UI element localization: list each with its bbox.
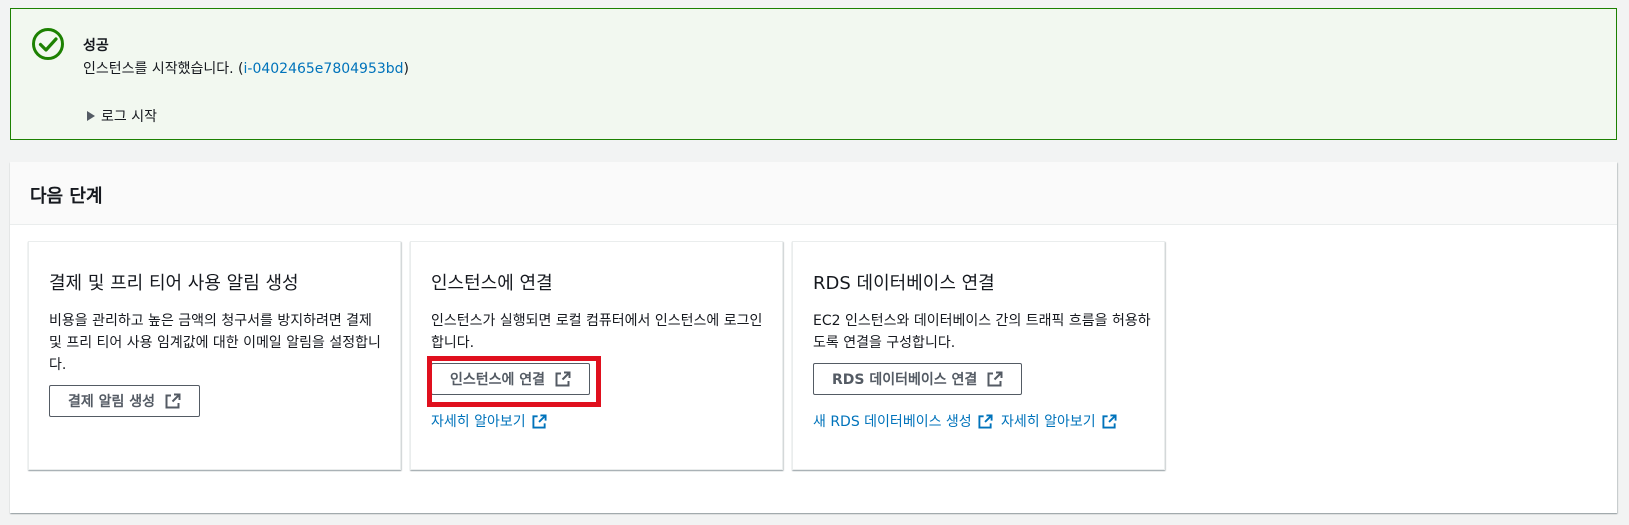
external-link-icon xyxy=(978,413,993,429)
connect-instance-button[interactable]: 인스턴스에 연결 xyxy=(431,363,591,395)
button-label: 인스턴스에 연결 xyxy=(450,372,546,388)
card-title: 결제 및 프리 티어 사용 알림 생성 xyxy=(49,273,299,294)
external-link-icon xyxy=(555,371,571,387)
caret-right-icon xyxy=(87,111,95,121)
card-description: 인스턴스가 실행되면 로컬 컴퓨터에서 인스턴스에 로그인합니다. xyxy=(431,313,763,351)
connect-rds-database-button[interactable]: RDS 데이터베이스 연결 xyxy=(813,363,1023,395)
success-check-icon xyxy=(32,28,64,60)
alert-title: 성공 xyxy=(83,38,109,54)
external-link-icon xyxy=(987,371,1003,387)
alert-message-prefix: 인스턴스를 시작했습니다. ( xyxy=(83,61,244,77)
external-link-icon xyxy=(165,393,181,409)
alert-message-suffix: ) xyxy=(403,61,409,77)
log-expander-label: 로그 시작 xyxy=(101,109,157,125)
connect-instance-card: 인스턴스에 연결 인스턴스가 실행되면 로컬 컴퓨터에서 인스턴스에 로그인합니… xyxy=(410,241,783,470)
button-label: 결제 알림 생성 xyxy=(68,394,156,410)
button-label: RDS 데이터베이스 연결 xyxy=(832,372,978,388)
create-billing-alert-button[interactable]: 결제 알림 생성 xyxy=(49,385,201,417)
next-steps-panel: 다음 단계 결제 및 프리 티어 사용 알림 생성 비용을 관리하고 높은 금액… xyxy=(10,162,1617,513)
rds-connect-card: RDS 데이터베이스 연결 EC2 인스턴스와 데이터베이스 간의 트래픽 흐름… xyxy=(792,241,1165,470)
link-label: 자세히 알아보기 xyxy=(1001,414,1096,430)
external-link-icon xyxy=(1102,413,1117,429)
next-steps-title: 다음 단계 xyxy=(30,186,103,207)
external-link-icon xyxy=(532,413,547,429)
billing-alert-card: 결제 및 프리 티어 사용 알림 생성 비용을 관리하고 높은 금액의 청구서를… xyxy=(28,241,401,470)
link-label: 새 RDS 데이터베이스 생성 xyxy=(813,414,972,430)
card-title: RDS 데이터베이스 연결 xyxy=(813,273,995,294)
create-rds-database-link[interactable]: 새 RDS 데이터베이스 생성 xyxy=(813,411,993,431)
link-label: 자세히 알아보기 xyxy=(431,414,526,430)
alert-message: 인스턴스를 시작했습니다. (i-0402465e7804953bd) xyxy=(83,58,409,78)
rds-learn-more-link[interactable]: 자세히 알아보기 xyxy=(1001,411,1117,431)
next-steps-header: 다음 단계 xyxy=(10,162,1617,225)
instance-id-link[interactable]: i-0402465e7804953bd xyxy=(244,61,404,77)
learn-more-link[interactable]: 자세히 알아보기 xyxy=(431,411,547,431)
success-alert: 성공 인스턴스를 시작했습니다. (i-0402465e7804953bd) 로… xyxy=(10,8,1617,140)
card-description: EC2 인스턴스와 데이터베이스 간의 트래픽 흐름을 허용하도록 연결을 구성… xyxy=(813,313,1151,351)
card-description: 비용을 관리하고 높은 금액의 청구서를 방지하려면 결제 및 프리 티어 사용… xyxy=(49,313,381,373)
log-expander[interactable]: 로그 시작 xyxy=(87,106,157,126)
card-title: 인스턴스에 연결 xyxy=(431,273,553,294)
